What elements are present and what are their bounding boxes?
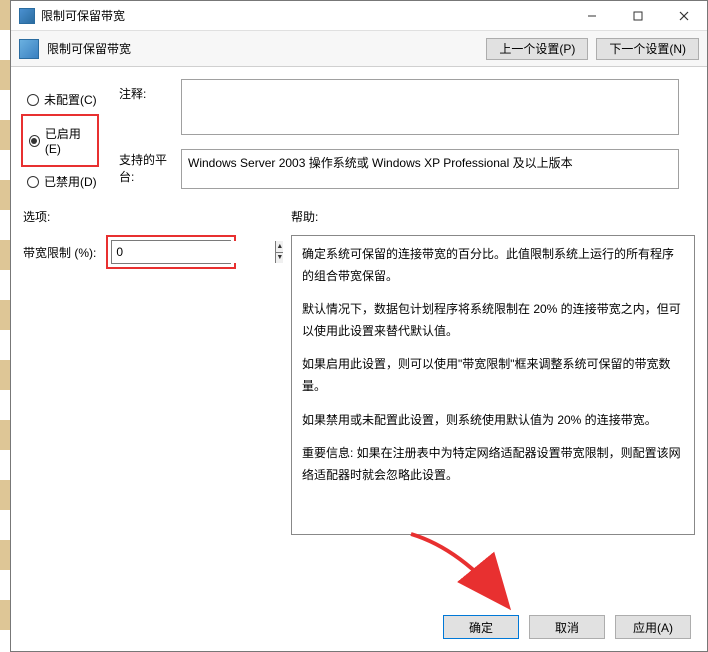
window-buttons [569,1,707,30]
app-icon [19,8,35,24]
help-p2: 默认情况下，数据包计划程序将系统限制在 20% 的连接带宽之内，但可以使用此设置… [302,299,684,342]
spin-up[interactable]: ▲ [276,241,283,253]
next-setting-button[interactable]: 下一个设置(N) [596,38,699,60]
top-row: 未配置(C) 已启用(E) 已禁用(D) 注释: [23,79,695,196]
options-label: 选项: [23,208,291,225]
dialog-window: 限制可保留带宽 限制可保留带宽 上一个设置(P) 下一个设置(N) [10,0,708,652]
highlight-spinbox: ▲ ▼ [106,235,236,269]
platform-box: Windows Server 2003 操作系统或 Windows XP Pro… [181,149,679,189]
spin-down[interactable]: ▼ [276,253,283,264]
background-strip [0,0,10,652]
help-p1: 确定系统可保留的连接带宽的百分比。此值限制系统上运行的所有程序的组合带宽保留。 [302,244,684,287]
bandwidth-limit-label: 带宽限制 (%): [23,244,96,261]
radio-icon [27,176,39,188]
bandwidth-limit-input[interactable] [112,241,275,263]
apply-label: 应用(A) [633,619,673,636]
help-p4: 如果禁用或未配置此设置，则系统使用默认值为 20% 的连接带宽。 [302,410,684,432]
dialog-buttons: 确定 取消 应用(A) [11,603,707,651]
radio-column: 未配置(C) 已启用(E) 已禁用(D) [23,79,119,196]
maximize-button[interactable] [615,1,661,30]
minimize-button[interactable] [569,1,615,30]
bottom-row: 带宽限制 (%): ▲ ▼ 确定系统可保留的连接带宽的百分比。此值限制系统上运行… [23,235,695,535]
prev-setting-label: 上一个设置(P) [499,40,575,57]
options-pane: 带宽限制 (%): ▲ ▼ [23,235,291,535]
bandwidth-limit-row: 带宽限制 (%): ▲ ▼ [23,235,291,269]
radio-disabled[interactable]: 已禁用(D) [23,167,119,196]
radio-not-configured-label: 未配置(C) [44,91,97,108]
next-setting-label: 下一个设置(N) [609,40,686,57]
highlight-enabled: 已启用(E) [21,114,99,167]
radio-not-configured[interactable]: 未配置(C) [23,85,119,114]
comment-label: 注释: [119,79,181,135]
apply-button[interactable]: 应用(A) [615,615,691,639]
ok-label: 确定 [469,619,493,636]
policy-icon [19,39,39,59]
help-p5: 重要信息: 如果在注册表中为特定网络适配器设置带宽限制，则配置该网络适配器时就会… [302,443,684,486]
radio-disabled-label: 已禁用(D) [44,173,97,190]
cancel-label: 取消 [555,619,579,636]
toolbar-title: 限制可保留带宽 [47,40,478,57]
cancel-button[interactable]: 取消 [529,615,605,639]
toolbar: 限制可保留带宽 上一个设置(P) 下一个设置(N) [11,31,707,67]
radio-enabled-label: 已启用(E) [45,125,91,156]
window-title: 限制可保留带宽 [41,7,569,24]
radio-icon [29,135,40,147]
help-p3: 如果启用此设置，则可以使用"带宽限制"框来调整系统可保留的带宽数量。 [302,354,684,397]
comment-textarea[interactable] [181,79,679,135]
platform-value: Windows Server 2003 操作系统或 Windows XP Pro… [188,156,573,170]
platform-row: 支持的平台: Windows Server 2003 操作系统或 Windows… [119,149,695,189]
prev-setting-button[interactable]: 上一个设置(P) [486,38,588,60]
bandwidth-limit-spinbox[interactable]: ▲ ▼ [111,240,231,264]
radio-enabled[interactable]: 已启用(E) [25,119,95,162]
radio-icon [27,94,39,106]
close-button[interactable] [661,1,707,30]
help-label: 帮助: [291,208,318,225]
title-bar: 限制可保留带宽 [11,1,707,31]
ok-button[interactable]: 确定 [443,615,519,639]
platform-label: 支持的平台: [119,149,181,189]
help-pane[interactable]: 确定系统可保留的连接带宽的百分比。此值限制系统上运行的所有程序的组合带宽保留。 … [291,235,695,535]
content-area: 未配置(C) 已启用(E) 已禁用(D) 注释: [11,69,707,603]
fields-column: 注释: 支持的平台: Windows Server 2003 操作系统或 Win… [119,79,695,196]
comment-row: 注释: [119,79,695,135]
pane-labels: 选项: 帮助: [23,208,695,225]
spin-buttons: ▲ ▼ [275,241,283,263]
